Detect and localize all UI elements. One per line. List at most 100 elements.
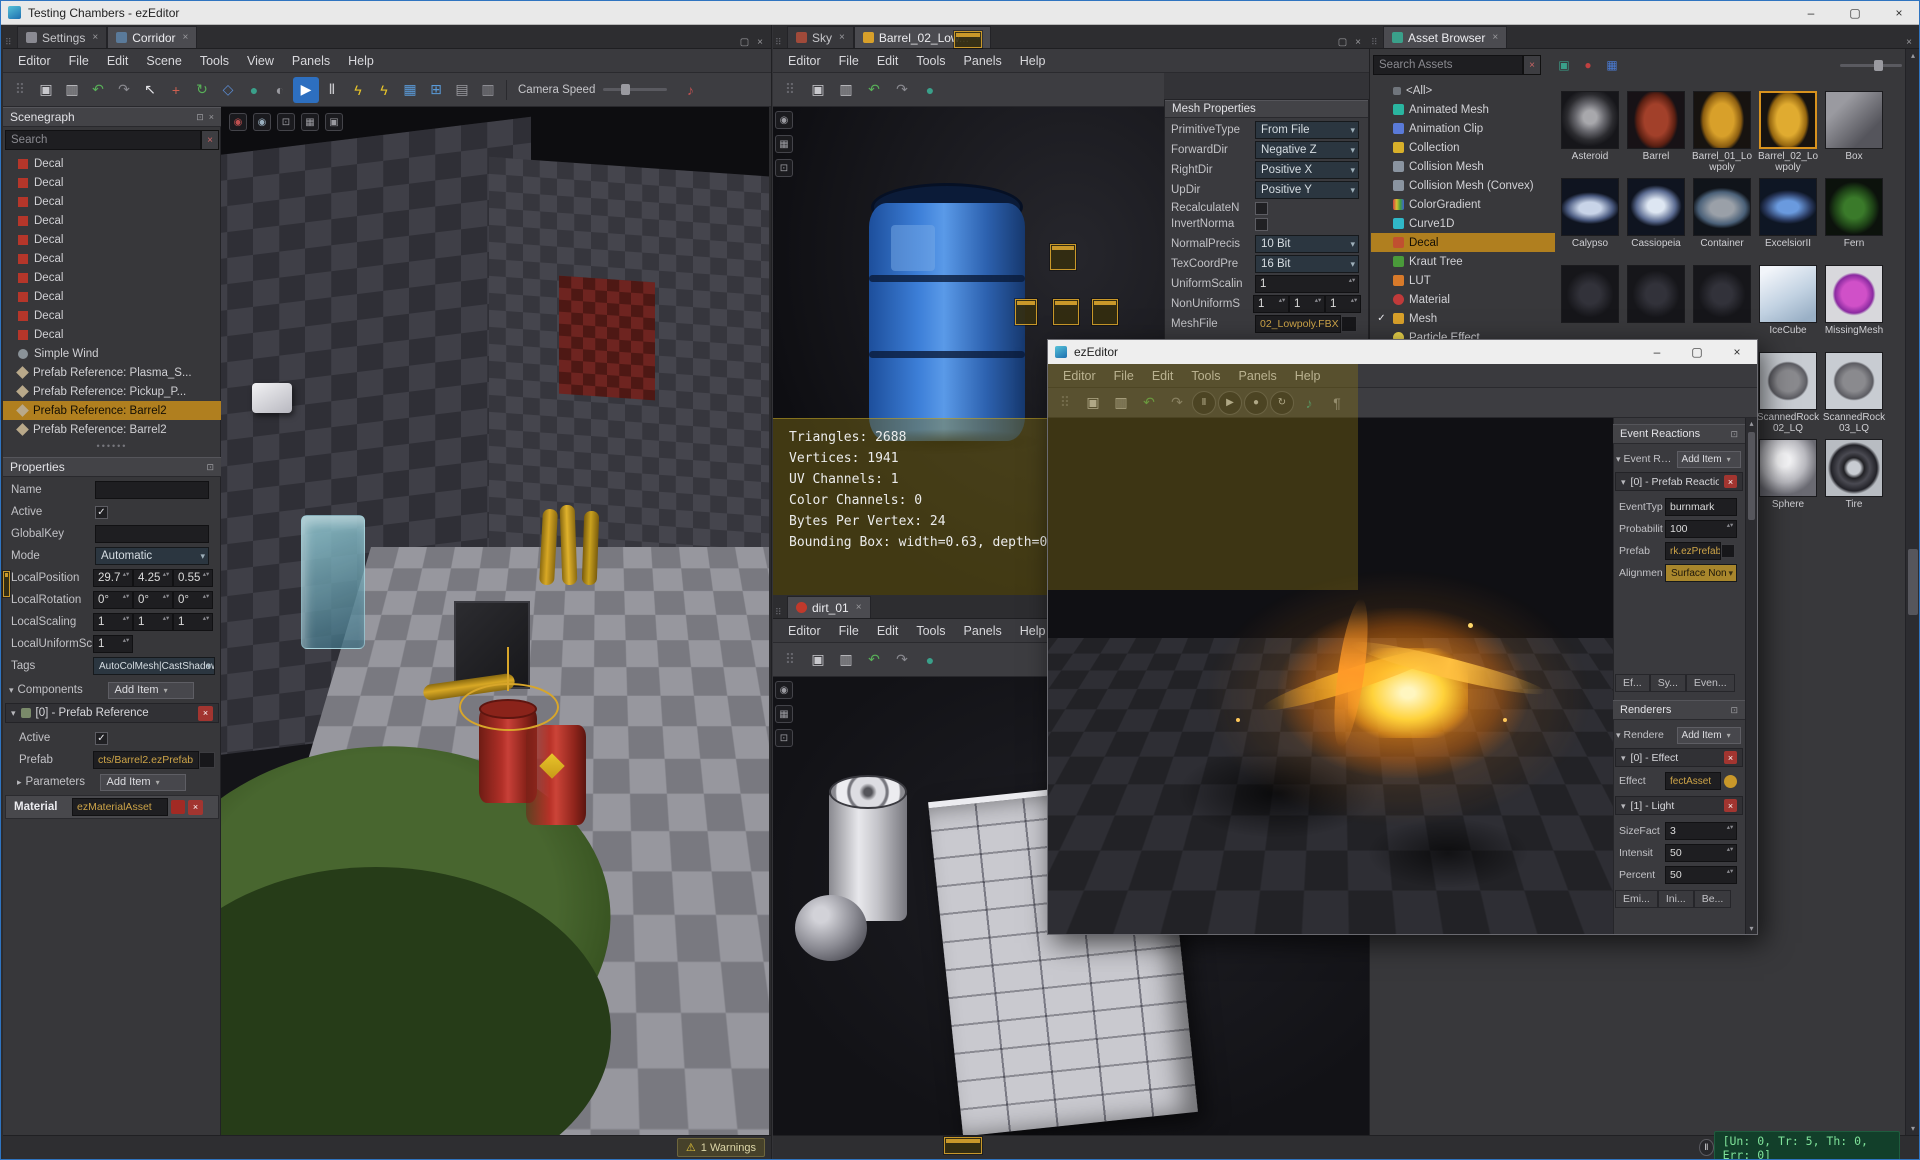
normalprecision-select[interactable]: 10 Bit (1255, 235, 1359, 253)
filter-materials-icon[interactable]: ● (1579, 56, 1597, 74)
asset-type-item[interactable]: Decal (1371, 233, 1555, 252)
meshfile-field[interactable]: 02_Lowpoly.FBX (1255, 315, 1341, 333)
menu-item[interactable]: File (1105, 366, 1143, 386)
menu-item[interactable]: Tools (907, 51, 954, 71)
save-all-icon[interactable]: ▥ (833, 647, 859, 673)
asset-type-item[interactable]: ColorGradient (1371, 195, 1555, 214)
asset-type-item[interactable]: ✓ Mesh (1371, 309, 1555, 328)
asset-transform-icon[interactable]: ● (917, 77, 943, 103)
uniform-scale-spinner[interactable]: 1 (93, 635, 133, 653)
asset-type-item[interactable]: LUT (1371, 271, 1555, 290)
particle-preview-viewport[interactable] (1048, 418, 1613, 934)
drag-handle[interactable]: ⠿ (775, 607, 785, 618)
parameters-twist[interactable] (3, 776, 22, 788)
asset-item[interactable]: Asteroid (1557, 89, 1623, 176)
asset-type-item[interactable]: Curve1D (1371, 214, 1555, 233)
asset-item[interactable]: Fern (1821, 176, 1887, 263)
loop-icon[interactable]: ↻ (1270, 390, 1294, 415)
redo-icon[interactable]: ↷ (111, 77, 137, 103)
filter-textures-icon[interactable]: ▦ (1603, 56, 1621, 74)
scenegraph-item[interactable]: Decal (3, 287, 221, 306)
float-panel-icon[interactable] (1730, 705, 1738, 716)
panel-tab[interactable]: Ini... (1657, 890, 1694, 908)
redo-icon[interactable]: ↷ (889, 647, 915, 673)
simulate-icon[interactable]: ϟ (345, 77, 371, 103)
grid-toggle-icon[interactable]: ▦ (775, 135, 793, 153)
asset-item[interactable]: Barrel (1623, 89, 1689, 176)
restart-icon[interactable]: ● (1244, 390, 1268, 415)
asset-item[interactable]: Box (1821, 89, 1887, 176)
sound-icon[interactable]: ♪ (1296, 390, 1322, 416)
float-panel-icon[interactable] (196, 112, 204, 123)
save-icon[interactable]: ▣ (805, 77, 831, 103)
camera-icon[interactable]: ◉ (775, 681, 793, 699)
maximize-button[interactable]: ▢ (1677, 340, 1717, 364)
menu-item[interactable]: Tools (907, 621, 954, 641)
asset-item[interactable]: Cassiopeia (1623, 176, 1689, 263)
select-icon[interactable]: ↖ (137, 77, 163, 103)
pivot-icon[interactable]: ◐ (267, 77, 293, 103)
browse-meshfile-button[interactable] (1341, 316, 1357, 332)
grid-toggle-icon[interactable]: ▦ (301, 113, 319, 131)
screenshot-icon[interactable]: ◉ (229, 113, 247, 131)
menu-item[interactable]: Editor (1054, 366, 1105, 386)
tab-close-icon[interactable] (1492, 32, 1498, 43)
tab-settings[interactable]: Settings (17, 26, 108, 48)
save-all-icon[interactable]: ▥ (833, 77, 859, 103)
redo-icon[interactable]: ↷ (889, 77, 915, 103)
scenegraph-item[interactable]: Simple Wind (3, 344, 221, 363)
tab-close-icon[interactable] (839, 32, 845, 43)
menu-item[interactable]: Edit (1143, 366, 1183, 386)
tab-dirt-01[interactable]: dirt_01 (787, 596, 871, 618)
rightdir-select[interactable]: Positive X (1255, 161, 1359, 179)
asset-item[interactable]: ScannedRock03_LQ (1821, 350, 1887, 437)
probability-spinner[interactable]: 100 (1665, 520, 1737, 538)
menu-item[interactable]: Panels (283, 51, 339, 71)
scenegraph-item[interactable]: Decal (3, 306, 221, 325)
events-twist[interactable] (1613, 453, 1621, 465)
scenegraph-item[interactable]: Decal (3, 154, 221, 173)
menu-item[interactable]: Tools (1182, 366, 1229, 386)
pos-z-spinner[interactable]: 0.55 (173, 569, 213, 587)
undo-icon[interactable]: ↶ (85, 77, 111, 103)
nonuniform-z-spinner[interactable]: 1 (1325, 295, 1361, 313)
particle-editor-window[interactable]: ezEditor – ▢ × Editor File Edit Tools Panels… (1047, 339, 1758, 935)
prefab-reaction-group[interactable]: [0] - Prefab Reaction (1615, 472, 1743, 491)
effect-browse-icon[interactable] (1724, 774, 1737, 788)
prefab-asset-field[interactable]: cts/Barrel2.ezPrefab (93, 751, 199, 769)
add-component-button[interactable]: Add Item (107, 681, 194, 699)
menu-item[interactable]: Scene (137, 51, 190, 71)
asset-type-item[interactable]: Collision Mesh (1371, 157, 1555, 176)
remove-component-button[interactable] (198, 705, 213, 721)
texcoordprecision-select[interactable]: 16 Bit (1255, 255, 1359, 273)
group-twist[interactable] (1621, 476, 1626, 488)
grid-icon[interactable]: ▦ (397, 77, 423, 103)
save-icon[interactable]: ▣ (1080, 390, 1106, 416)
scale-icon[interactable]: ◇ (215, 77, 241, 103)
globalkey-input[interactable] (95, 525, 209, 543)
menu-item[interactable]: Edit (98, 51, 138, 71)
active-checkbox[interactable] (95, 505, 108, 519)
asset-item[interactable]: ScannedRock02_LQ (1755, 350, 1821, 437)
save-icon[interactable]: ▣ (33, 77, 59, 103)
save-icon[interactable]: ▣ (805, 647, 831, 673)
float-panel-icon[interactable] (1730, 429, 1738, 440)
scenegraph-item[interactable]: Decal (3, 211, 221, 230)
reaction-prefab-field[interactable]: rk.ezPrefab (1665, 542, 1721, 560)
menu-item[interactable]: Help (1286, 366, 1330, 386)
browse-asset-button[interactable] (199, 752, 215, 768)
titlebar[interactable]: Testing Chambers - ezEditor – ▢ × (1, 1, 1919, 25)
particle-window-titlebar[interactable]: ezEditor – ▢ × (1048, 340, 1757, 364)
close-button[interactable]: × (1877, 1, 1919, 24)
menu-item[interactable]: Panels (1230, 366, 1286, 386)
updir-select[interactable]: Positive Y (1255, 181, 1359, 199)
tab-close-icon[interactable] (92, 32, 98, 43)
drag-handle[interactable]: ⠿ (775, 37, 785, 48)
asset-transform-icon[interactable]: ● (917, 647, 943, 673)
component-active-checkbox[interactable] (95, 731, 108, 745)
tab-close-icon[interactable] (856, 602, 862, 613)
sizefactor-spinner[interactable]: 3 (1665, 822, 1737, 840)
camera-speed-slider[interactable] (603, 84, 668, 95)
scenegraph-item[interactable]: Decal (3, 268, 221, 287)
name-input[interactable] (95, 481, 209, 499)
